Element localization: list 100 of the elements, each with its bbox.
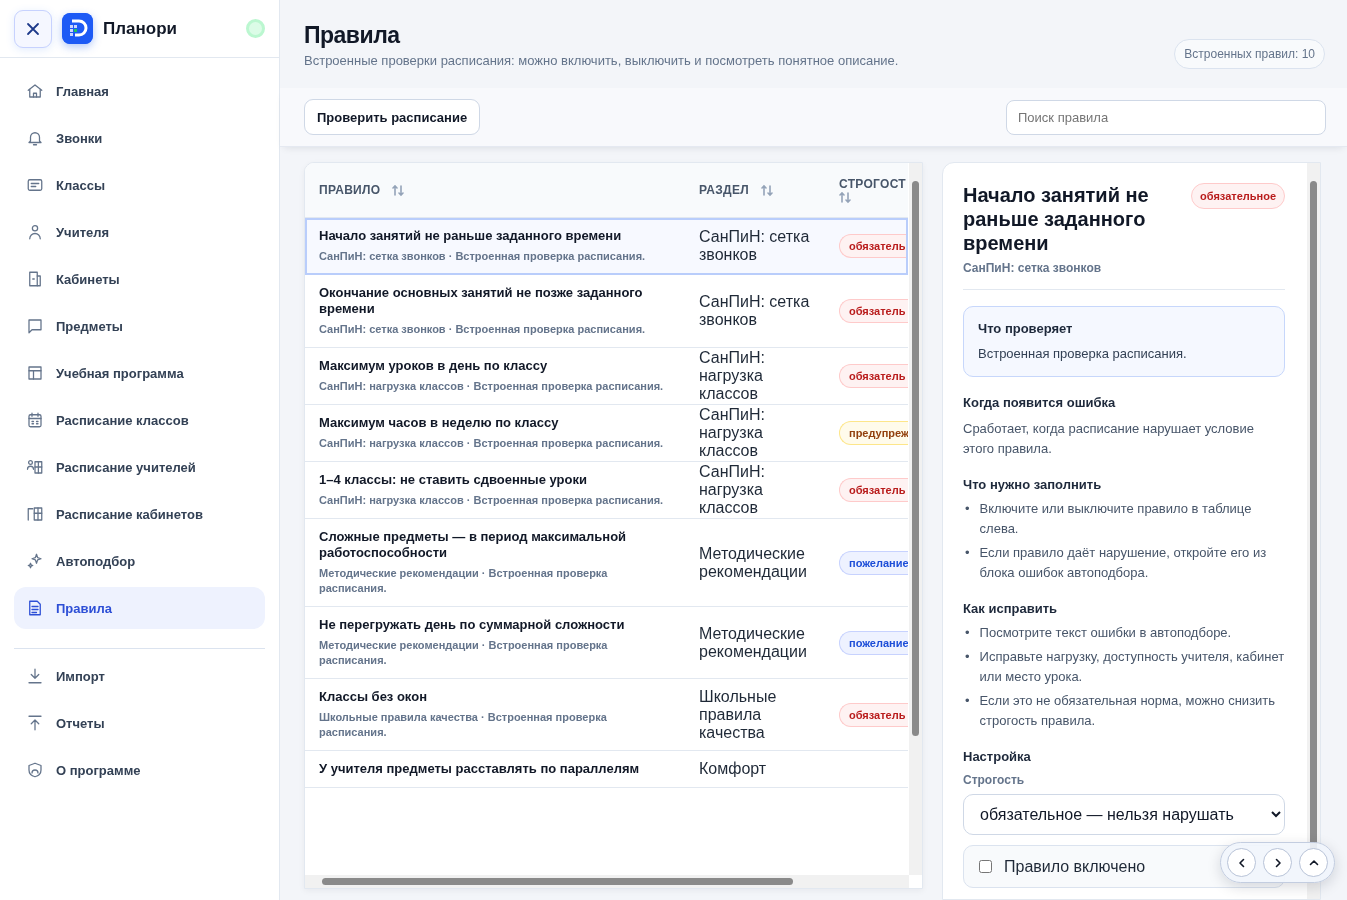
page-subtitle: Встроенные проверки расписания: можно включить, выключить и посмотреть понятное описание. [304, 53, 900, 68]
rule-section: СанПиН: сетка звонков [963, 261, 1285, 275]
logo-icon [62, 13, 93, 44]
section-cell-text: Комфорт [698, 760, 768, 778]
rule-title: Не перегружать день по суммарной сложности [319, 617, 626, 633]
sidebar-item[interactable]: О программе [14, 749, 265, 791]
document-icon [26, 599, 44, 617]
rule-title: У учителя предметы расставлять по параллелям [319, 761, 641, 777]
rule-title: 1–4 классы: не ставить сдвоенные уроки [319, 472, 588, 488]
list-bullet: • [964, 500, 970, 518]
horizontal-scrollbar[interactable] [305, 875, 909, 888]
rule-meta: СанПиН: сетка звонков · Встроенная проверка расписания. [319, 249, 647, 264]
sparkles-icon [26, 552, 44, 570]
sidebar-item[interactable]: Учителя [14, 211, 265, 253]
sidebar-item[interactable]: Отчеты [14, 702, 265, 744]
section-text: Сработает, когда расписание нарушает условие этого правила. [963, 420, 1255, 458]
table-row[interactable]: У учителя предметы расставлять по параллелям Комфорт [305, 751, 908, 788]
search-field[interactable]: Поиск правила [1006, 99, 1326, 135]
vertical-scrollbar[interactable] [1307, 163, 1320, 899]
enabled-checkbox[interactable] [979, 860, 992, 873]
sidebar-item[interactable]: Классы [14, 164, 265, 206]
section-cell-text: Методические рекомендации [698, 544, 808, 581]
app-name: Планори [103, 18, 178, 39]
sidebar-item[interactable]: Расписание учителей [14, 446, 265, 488]
close-button[interactable] [14, 9, 52, 48]
rule-title: Начало занятий не раньше заданного времени [963, 183, 1150, 255]
section-cell-text: СанПиН: сетка звонков [698, 293, 811, 329]
chat-icon [26, 317, 44, 335]
rule-meta: СанПиН: нагрузка классов · Встроенная проверка расписания. [319, 493, 665, 508]
section-cell-text: Методические рекомендации [698, 624, 808, 661]
rule-meta: Школьные правила качества · Встроенная проверка расписания. [319, 710, 608, 740]
sidebar-item[interactable]: Расписание кабинетов [14, 493, 265, 535]
rule-meta: СанПиН: сетка звонков · Встроенная проверка расписания. [319, 322, 647, 337]
list-bullet: • [964, 648, 970, 666]
severity-tag: обязательное [1191, 183, 1285, 209]
column-header[interactable]: РАЗДЕЛ [699, 183, 749, 197]
rule-title: Классы без окон [319, 689, 428, 705]
list-item: Исправьте нагрузку, доступность учителя, кабинет или место урока. [979, 648, 1285, 686]
bell-icon [26, 129, 44, 147]
sidebar-item[interactable]: Учебная программа [14, 352, 265, 394]
rule-meta: СанПиН: нагрузка классов · Встроенная проверка расписания. [319, 436, 665, 451]
download-icon [26, 667, 44, 685]
sort-icon[interactable] [392, 183, 405, 197]
card-text: Встроенная проверка расписания. [978, 346, 1188, 361]
severity-tag: обязатель [839, 299, 908, 323]
chevron-up-button[interactable] [1299, 848, 1328, 877]
people-grid-icon [26, 458, 44, 476]
check-schedule-button[interactable]: Проверить расписание [304, 99, 481, 135]
list-item: Если это не обязательная норма, можно снизить строгость правила. [979, 692, 1277, 730]
chevron-right-button[interactable] [1263, 848, 1292, 877]
severity-tag: обязатель [839, 478, 908, 502]
section-cell-text: СанПиН: сетка звонков [698, 228, 811, 264]
section-heading: Настройка [963, 749, 1032, 765]
shield-icon [26, 761, 44, 779]
list-item: Включите или выключите правило в таблице слева. [979, 500, 1253, 538]
sort-icon[interactable] [760, 183, 773, 197]
sidebar-item[interactable]: Кабинеты [14, 258, 265, 300]
severity-tag: обязатель [839, 364, 908, 388]
list-bullet: • [964, 624, 970, 642]
rule-count: Встроенных правил: 10 [1174, 39, 1325, 69]
sidebar-item[interactable]: Главная [14, 70, 265, 112]
rule-meta: Методические рекомендации · Встроенная проверка расписания. [319, 638, 609, 668]
severity-tag: обязатель [839, 702, 908, 727]
list-bullet: • [964, 544, 970, 562]
section-heading: Когда появится ошибка [963, 395, 1117, 411]
close-icon [25, 20, 41, 37]
sidebar-item[interactable]: Правила [14, 587, 265, 629]
column-header[interactable]: СТРОГОСТ [839, 176, 906, 191]
field-label: Строгость [963, 773, 1026, 787]
rule-title: Начало занятий не раньше заданного времени [319, 228, 623, 244]
sidebar-item[interactable]: Импорт [14, 655, 265, 697]
list-item: Если правило даёт нарушение, откройте его из блока ошибок автоподбора. [979, 544, 1268, 582]
rule-title: Сложные предметы — в период максимальной работоспособности [319, 529, 628, 561]
rule-title: Максимум часов в неделю по классу [319, 415, 560, 431]
sidebar-item[interactable]: Предметы [14, 305, 265, 347]
card-icon [26, 176, 44, 194]
section-cell-text: СанПиН: нагрузка классов [698, 463, 766, 517]
room-grid-icon [26, 505, 44, 523]
rule-meta: Методические рекомендации · Встроенная проверка расписания. [319, 566, 609, 596]
rule-title: Максимум уроков в день по классу [319, 358, 549, 374]
card-heading: Что проверяет [978, 321, 1074, 337]
upload-icon [26, 714, 44, 732]
page-title: Правила [304, 22, 402, 48]
sidebar-item[interactable]: Автоподбор [14, 540, 265, 582]
rule-title: Окончание основных занятий не позже заданного времени [319, 285, 644, 317]
table-row[interactable]: Начало занятий не раньше заданного времени СанПиН: сетка звонков · Встроенная проверка расписания. СанПиН: сетка звонков обязатель [305, 218, 908, 275]
severity-tag: обязатель [839, 234, 908, 258]
column-header[interactable]: ПРАВИЛО [319, 183, 381, 197]
vertical-scrollbar[interactable] [909, 163, 922, 875]
home-icon [26, 82, 44, 100]
section-cell-text: Школьные правила качества [698, 687, 778, 742]
chevron-left-button[interactable] [1227, 848, 1256, 877]
sidebar-item[interactable]: Звонки [14, 117, 265, 159]
severity-select[interactable]: обязательное — нельзя нарушать [963, 794, 1285, 835]
sidebar-item[interactable]: Расписание классов [14, 399, 265, 441]
section-heading: Как исправить [963, 601, 1059, 617]
list-item: Посмотрите текст ошибки в автоподборе. [979, 624, 1232, 642]
rule-meta: СанПиН: нагрузка классов · Встроенная проверка расписания. [319, 379, 665, 394]
sort-icon[interactable] [839, 190, 851, 204]
table-icon [26, 364, 44, 382]
